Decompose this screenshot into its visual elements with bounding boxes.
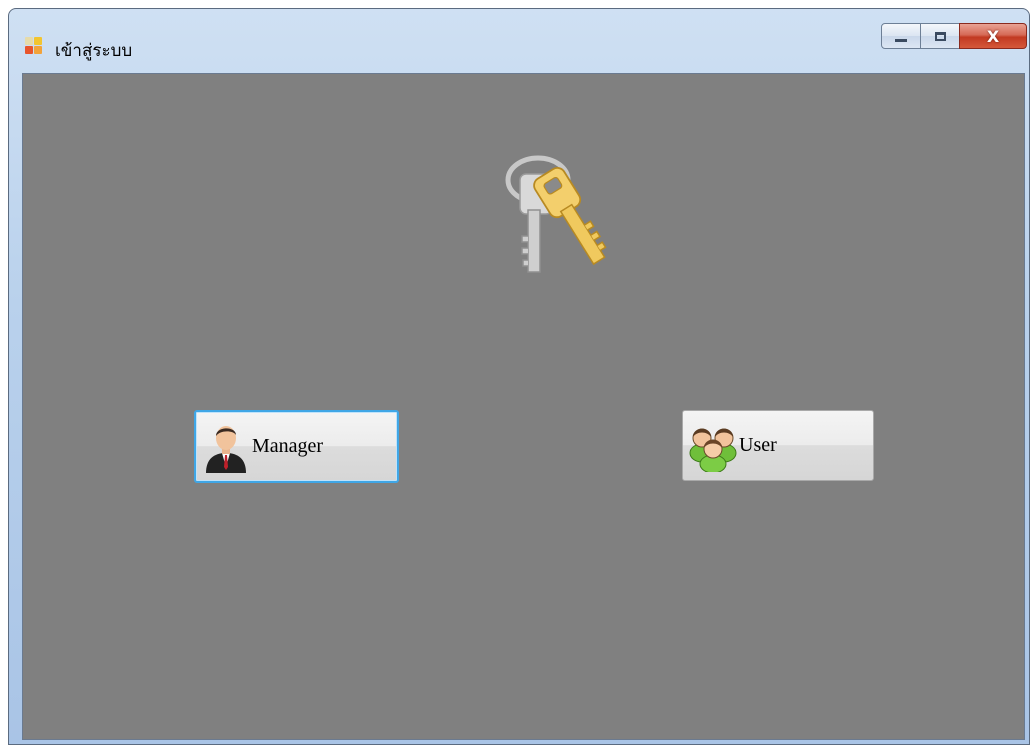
manager-icon <box>206 425 246 473</box>
minimize-icon <box>895 38 907 42</box>
maximize-icon <box>934 31 946 41</box>
caption-buttons: X <box>881 23 1027 51</box>
login-window: เข้าสู่ระบบ X Manager User <box>8 8 1030 745</box>
keys-icon <box>505 155 607 273</box>
user-button[interactable]: User <box>682 410 874 481</box>
maximize-button[interactable] <box>920 23 960 49</box>
form-client-area: Manager User <box>22 73 1025 740</box>
manager-button[interactable]: Manager <box>194 410 399 483</box>
window-title: เข้าสู่ระบบ <box>55 41 133 61</box>
user-button-label: User <box>739 434 777 456</box>
close-button[interactable]: X <box>959 23 1027 49</box>
close-icon: X <box>986 26 1000 46</box>
title-bar[interactable]: เข้าสู่ระบบ X <box>9 9 1029 73</box>
minimize-button[interactable] <box>881 23 921 49</box>
manager-button-label: Manager <box>252 435 324 457</box>
app-icon[interactable] <box>25 37 43 55</box>
users-icon <box>689 428 737 472</box>
